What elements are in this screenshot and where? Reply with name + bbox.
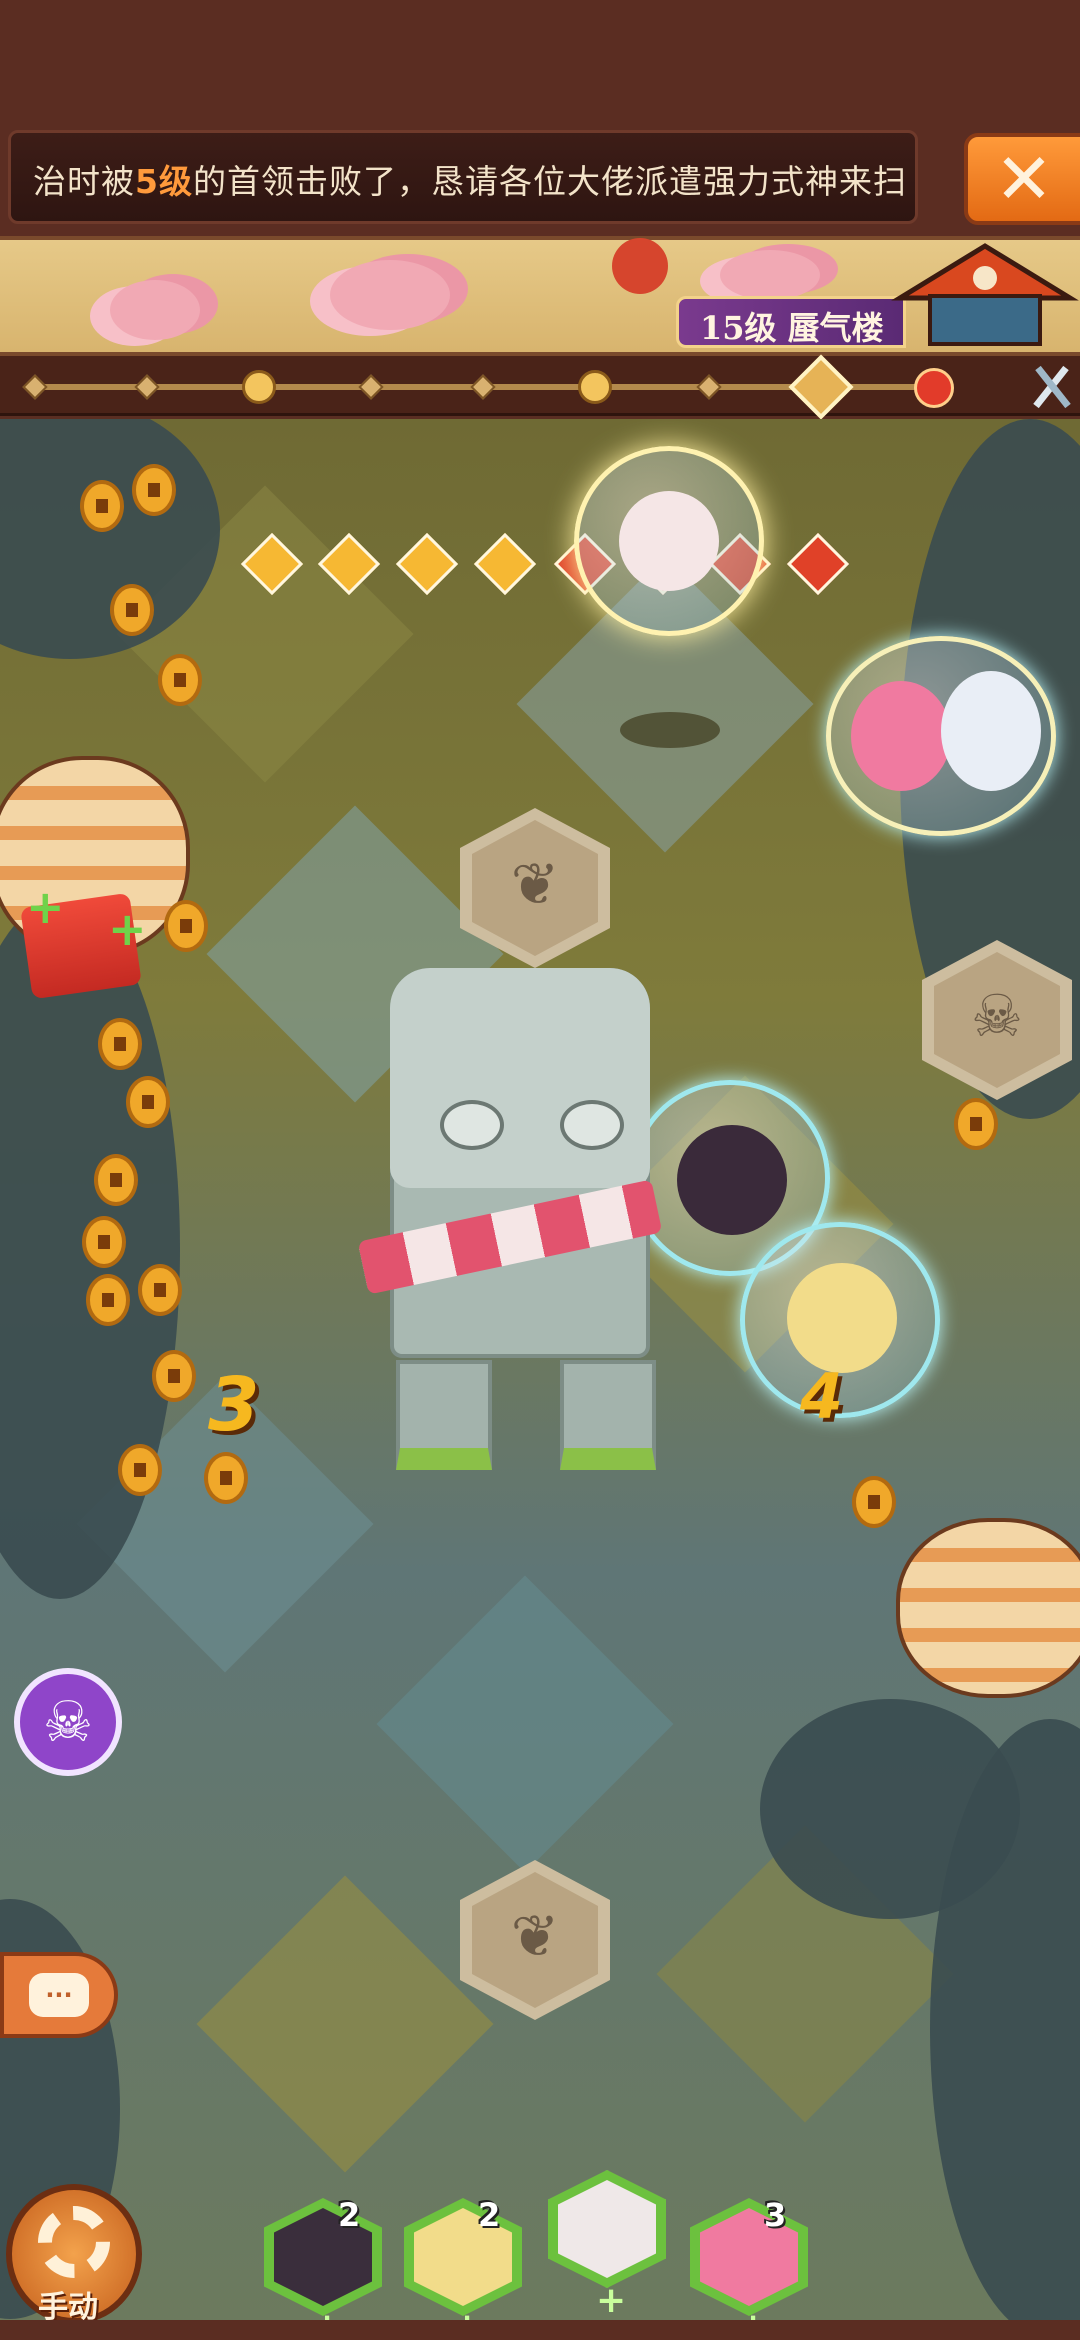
- chat-icon: ···: [29, 1973, 89, 2017]
- notice-marquee: 治时被5级的首领击败了，恳请各位大佬派遣强力式神来扫: [8, 130, 918, 224]
- bomb-skill-button[interactable]: ☠: [14, 1668, 122, 1776]
- shikigami-bubble-right[interactable]: [826, 636, 1056, 836]
- coin-icon[interactable]: [94, 1154, 138, 1206]
- stage-level-label: 15级 蜃气楼: [700, 309, 884, 347]
- progress-node-milestone: [578, 370, 612, 404]
- plus-icon: +: [108, 902, 147, 956]
- coin-icon[interactable]: [158, 654, 202, 706]
- roster-count: 3: [764, 2196, 787, 2234]
- coin-icon[interactable]: [118, 1444, 162, 1496]
- golem-leg: [560, 1360, 656, 1470]
- close-icon: ✕: [994, 138, 1054, 220]
- shikigami-avatar: [941, 671, 1041, 791]
- wing-crest-icon: ❦: [510, 1902, 560, 1970]
- coin-icon[interactable]: [164, 900, 208, 952]
- chat-button[interactable]: ···: [0, 1952, 118, 2038]
- damage-number: 3: [208, 1362, 260, 1448]
- coin-icon[interactable]: [852, 1476, 896, 1528]
- shikigami-avatar: [619, 491, 719, 591]
- coin-icon[interactable]: [126, 1076, 170, 1128]
- coin-icon[interactable]: [80, 480, 124, 532]
- coin-icon[interactable]: [82, 1216, 126, 1268]
- roster-count: 2: [478, 2196, 501, 2234]
- lantern-right: [896, 1518, 1080, 1698]
- cherry-tree-icon: [720, 250, 820, 300]
- coin-icon[interactable]: [152, 1350, 196, 1402]
- field-tile: [196, 1875, 494, 2173]
- plus-icon: +: [26, 880, 65, 934]
- progress-node-milestone: [242, 370, 276, 404]
- coin-icon[interactable]: [86, 1274, 130, 1326]
- golem-leg: [396, 1360, 492, 1470]
- coin-icon[interactable]: [954, 1098, 998, 1150]
- shadow: [620, 712, 720, 748]
- golem-eye: [560, 1100, 624, 1150]
- roster-count: 2: [338, 2196, 361, 2234]
- coin-icon[interactable]: [132, 464, 176, 516]
- coin-icon[interactable]: [138, 1264, 182, 1316]
- damage-number: 4: [800, 1360, 844, 1433]
- coin-icon[interactable]: [110, 584, 154, 636]
- boss-pagoda-icon: [891, 243, 1079, 346]
- skull-bomb-icon: ☠: [971, 982, 1023, 1050]
- field-tile: [376, 1575, 674, 1873]
- chat-dots: ···: [45, 1981, 73, 2009]
- shikigami-avatar: [677, 1125, 787, 1235]
- cherry-tree-icon: [110, 280, 200, 340]
- shikigami-avatar: [787, 1263, 897, 1373]
- sun-icon: [612, 238, 668, 294]
- golem-head: [390, 968, 650, 1188]
- bottom-bar: [0, 2320, 1080, 2340]
- gear-icon: [38, 2206, 110, 2278]
- shikigami-bubble-top[interactable]: [574, 446, 764, 636]
- cherry-tree-icon: [330, 260, 450, 330]
- coin-icon[interactable]: [98, 1018, 142, 1070]
- sword-icon[interactable]: [1030, 362, 1074, 412]
- shikigami-avatar: [851, 681, 951, 791]
- notice-text: 治时被5级的首领击败了，恳请各位大佬派遣强力式神来扫: [33, 162, 907, 201]
- coin-icon[interactable]: [204, 1452, 248, 1504]
- golem-eye: [440, 1100, 504, 1150]
- skull-icon: ☠: [42, 1689, 94, 1755]
- close-button[interactable]: ✕: [964, 133, 1080, 225]
- wing-crest-icon: ❦: [510, 850, 560, 918]
- boss-node-icon: [914, 368, 954, 408]
- plus-icon: +: [596, 2280, 627, 2321]
